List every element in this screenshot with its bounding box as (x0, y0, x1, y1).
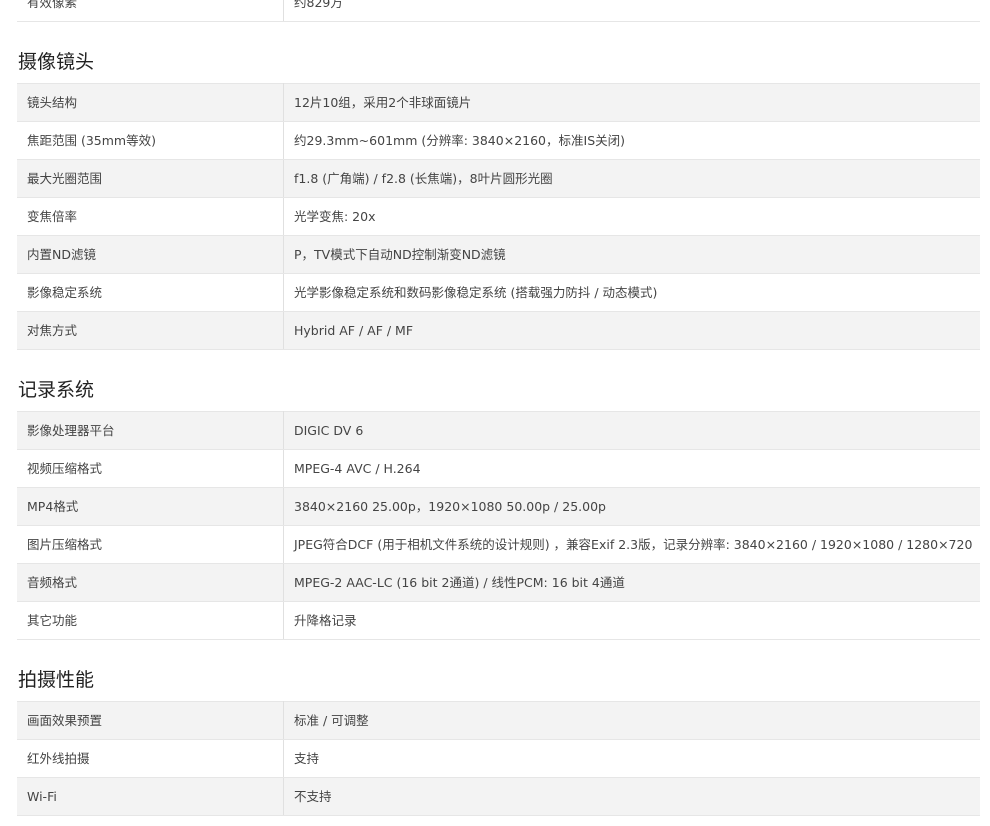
table-row: 最大光圈范围 f1.8 (广角端) / f2.8 (长焦端)，8叶片圆形光圈 (17, 159, 980, 198)
spec-label: Wi-Fi (17, 777, 284, 816)
spec-value: 光学影像稳定系统和数码影像稳定系统 (搭载强力防抖 / 动态模式) (283, 273, 980, 312)
spec-value: Hybrid AF / AF / MF (283, 311, 980, 350)
table-row: 对焦方式 Hybrid AF / AF / MF (17, 311, 980, 350)
spec-table-top: 有效像素 约829万 (17, 0, 980, 22)
spec-value: 光学变焦: 20x (283, 197, 980, 236)
table-row: 影像处理器平台 DIGIC DV 6 (17, 411, 980, 450)
spec-value: P，TV模式下自动ND控制渐变ND滤镜 (283, 235, 980, 274)
spec-value: 12片10组，采用2个非球面镜片 (283, 83, 980, 122)
spec-label: 音频格式 (17, 563, 284, 602)
spec-label: 镜头结构 (17, 83, 284, 122)
table-row: 图片压缩格式 JPEG符合DCF (用于相机文件系统的设计规则) ，兼容Exif… (17, 525, 980, 564)
spec-label: 最大光圈范围 (17, 159, 284, 198)
spec-value: 升降格记录 (283, 601, 980, 640)
spec-label: 其它功能 (17, 601, 284, 640)
table-row: 其它功能 升降格记录 (17, 601, 980, 640)
spec-value: 约829万 (283, 0, 980, 22)
table-row: 有效像素 约829万 (17, 0, 980, 22)
spec-value: 标准 / 可调整 (283, 701, 980, 740)
table-row: MP4格式 3840×2160 25.00p，1920×1080 50.00p … (17, 487, 980, 526)
spec-label: 画面效果预置 (17, 701, 284, 740)
spec-value: JPEG符合DCF (用于相机文件系统的设计规则) ，兼容Exif 2.3版，记… (283, 525, 980, 564)
spec-label: 变焦倍率 (17, 197, 284, 236)
table-row: 影像稳定系统 光学影像稳定系统和数码影像稳定系统 (搭载强力防抖 / 动态模式) (17, 273, 980, 312)
spec-label: 影像稳定系统 (17, 273, 284, 312)
section-shooting: 拍摄性能 画面效果预置 标准 / 可调整 红外线拍摄 支持 Wi-Fi 不支持 (0, 660, 990, 816)
spec-value: DIGIC DV 6 (283, 411, 980, 450)
spec-label: MP4格式 (17, 487, 284, 526)
spec-label: 对焦方式 (17, 311, 284, 350)
spec-value: f1.8 (广角端) / f2.8 (长焦端)，8叶片圆形光圈 (283, 159, 980, 198)
table-row: 变焦倍率 光学变焦: 20x (17, 197, 980, 236)
table-row: 音频格式 MPEG-2 AAC-LC (16 bit 2通道) / 线性PCM:… (17, 563, 980, 602)
spec-label: 图片压缩格式 (17, 525, 284, 564)
table-row: Wi-Fi 不支持 (17, 777, 980, 816)
section-title: 摄像镜头 (18, 51, 95, 73)
spec-value: 3840×2160 25.00p，1920×1080 50.00p / 25.0… (283, 487, 980, 526)
section-title: 拍摄性能 (18, 669, 95, 691)
section-title: 记录系统 (18, 379, 95, 401)
table-row: 视频压缩格式 MPEG-4 AVC / H.264 (17, 449, 980, 488)
spec-value: 支持 (283, 739, 980, 778)
spec-label: 有效像素 (17, 0, 284, 22)
section-lens: 摄像镜头 镜头结构 12片10组，采用2个非球面镜片 焦距范围 (35mm等效)… (0, 42, 990, 350)
spec-table: 画面效果预置 标准 / 可调整 红外线拍摄 支持 Wi-Fi 不支持 (17, 701, 980, 816)
spec-value: MPEG-4 AVC / H.264 (283, 449, 980, 488)
table-row: 内置ND滤镜 P，TV模式下自动ND控制渐变ND滤镜 (17, 235, 980, 274)
table-row: 镜头结构 12片10组，采用2个非球面镜片 (17, 83, 980, 122)
spec-table: 镜头结构 12片10组，采用2个非球面镜片 焦距范围 (35mm等效) 约29.… (17, 83, 980, 350)
table-row: 画面效果预置 标准 / 可调整 (17, 701, 980, 740)
table-row: 红外线拍摄 支持 (17, 739, 980, 778)
spec-value: 不支持 (283, 777, 980, 816)
spec-label: 焦距范围 (35mm等效) (17, 121, 284, 160)
spec-value: 约29.3mm~601mm (分辨率: 3840×2160，标准IS关闭) (283, 121, 980, 160)
spec-label: 内置ND滤镜 (17, 235, 284, 274)
table-row: 焦距范围 (35mm等效) 约29.3mm~601mm (分辨率: 3840×2… (17, 121, 980, 160)
spec-page: 有效像素 约829万 摄像镜头 镜头结构 12片10组，采用2个非球面镜片 焦距… (0, 0, 990, 816)
spec-label: 影像处理器平台 (17, 411, 284, 450)
spec-label: 红外线拍摄 (17, 739, 284, 778)
spec-label: 视频压缩格式 (17, 449, 284, 488)
spec-table: 影像处理器平台 DIGIC DV 6 视频压缩格式 MPEG-4 AVC / H… (17, 411, 980, 640)
section-recording: 记录系统 影像处理器平台 DIGIC DV 6 视频压缩格式 MPEG-4 AV… (0, 370, 990, 640)
spec-value: MPEG-2 AAC-LC (16 bit 2通道) / 线性PCM: 16 b… (283, 563, 980, 602)
